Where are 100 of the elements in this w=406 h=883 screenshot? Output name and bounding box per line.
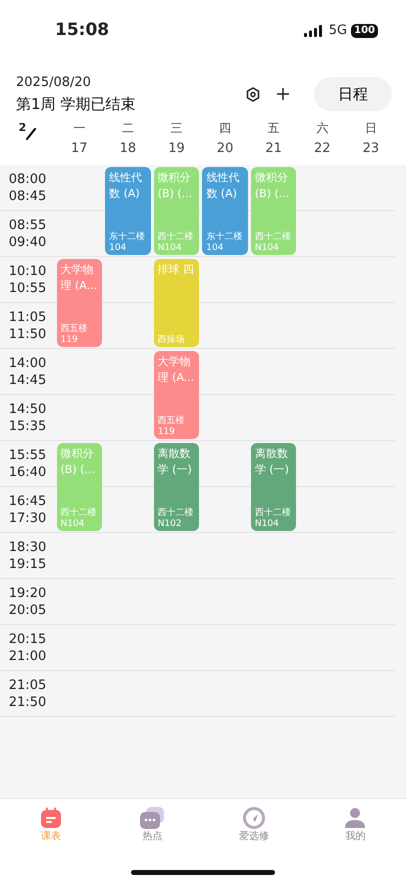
period-end-time: 17:30: [8, 510, 46, 526]
course-name: 离散数: [158, 446, 192, 462]
weekday-label: 四: [219, 120, 232, 137]
course-name: 学 (一): [158, 462, 193, 478]
period-end-time: 11:50: [8, 326, 46, 342]
course-location: 西十二楼: [254, 508, 292, 519]
period-end-time: 15:35: [8, 418, 46, 434]
date-number: 21: [265, 140, 282, 158]
course-location: N102: [158, 519, 183, 530]
network-label: 5G: [328, 22, 348, 40]
course-card[interactable]: 微积分 (B) (... 西十二楼 N104: [154, 167, 200, 255]
weekday-label: 六: [316, 120, 328, 137]
course-card[interactable]: 微积分 (B) (... 西十二楼 N104: [56, 443, 102, 531]
course-location: 西十二楼: [158, 508, 195, 519]
course-location: 119: [60, 335, 79, 346]
period-start-time: 08:00: [8, 170, 46, 188]
course-location: 西五楼: [158, 416, 186, 427]
period-end-time: 09:40: [8, 234, 46, 250]
course-name: 数 (A): [109, 186, 141, 202]
period-start-time: 21:05: [8, 676, 46, 694]
weekday-label: 三: [170, 120, 182, 137]
course-location: N104: [254, 243, 280, 254]
course-location: 104: [109, 243, 128, 254]
slash-icon: [26, 128, 36, 140]
battery-indicator: 100: [351, 24, 378, 38]
course-location: 西十二楼: [254, 232, 292, 243]
course-location: 东十二楼: [109, 232, 146, 243]
course-name: (B) (...: [60, 462, 96, 478]
tab-bar-item[interactable]: 热点: [102, 807, 202, 844]
status-time: 15:08: [55, 19, 110, 42]
course-location: 119: [158, 427, 176, 438]
course-location: N104: [254, 519, 280, 530]
period-start-time: 19:20: [8, 584, 46, 602]
date-number: 18: [120, 140, 136, 158]
period-start-time: 18:30: [8, 538, 46, 556]
settings-icon[interactable]: [246, 86, 260, 102]
course-location: 西五楼: [60, 324, 88, 335]
date-number: 23: [362, 140, 380, 158]
course-card[interactable]: 微积分 (B) (... 西十二楼 N104: [250, 167, 296, 255]
course-name: (B) (...: [158, 186, 194, 202]
course-name: 离散数: [254, 446, 289, 462]
weekday-label: 日: [364, 120, 377, 137]
course-location: 西十二楼: [60, 508, 98, 519]
period-end-time: 21:50: [8, 694, 46, 710]
course-name: 线性代: [206, 170, 240, 186]
period-end-time: 19:15: [8, 556, 46, 572]
course-name: 微积分: [60, 446, 94, 462]
course-location: 西操场: [158, 335, 186, 346]
course-name: 数 (A): [206, 186, 238, 202]
tab-bar-item[interactable]: 课表: [0, 807, 101, 844]
course-card[interactable]: 线性代 数 (A) 东十二楼 104: [202, 167, 248, 255]
course-name: 微积分: [158, 170, 192, 186]
add-icon[interactable]: [276, 87, 290, 101]
schedule-button[interactable]: 日程: [314, 77, 392, 111]
course-card[interactable]: 大学物 理 (A... 西五楼 119: [56, 259, 102, 347]
tab-bar-item[interactable]: 我的: [305, 807, 406, 844]
course-name: 大学物: [60, 262, 94, 278]
period-start-time: 14:00: [8, 354, 46, 372]
period-start-time: 16:45: [8, 492, 46, 510]
signal-icon: [304, 25, 322, 37]
course-name: 学 (一): [254, 462, 290, 478]
course-card[interactable]: 线性代 数 (A) 东十二楼 104: [105, 167, 151, 255]
course-name: 线性代: [109, 170, 144, 186]
week-status-title: 第1周 学期已结束: [16, 94, 136, 114]
course-name: 理 (A...: [158, 370, 196, 386]
course-card[interactable]: 离散数 学 (一) 西十二楼 N102: [154, 443, 200, 531]
course-name: 大学物: [158, 354, 192, 370]
period-end-time: 08:45: [8, 188, 46, 204]
course-name: 微积分: [254, 170, 289, 186]
period-end-time: 16:40: [8, 464, 46, 480]
course-card[interactable]: 排球 四 西操场: [154, 259, 200, 347]
compass-icon: [242, 807, 265, 829]
calendar-icon: [40, 807, 62, 829]
period-end-time: 20:05: [8, 602, 46, 618]
period-start-time: 20:15: [8, 630, 46, 648]
tab-bar-item[interactable]: 爱选修: [204, 807, 304, 844]
period-start-time: 11:05: [8, 308, 46, 326]
profile-icon: [344, 807, 366, 829]
period-start-time: 14:50: [8, 400, 46, 418]
course-name: 排球 四: [158, 262, 196, 278]
course-location: N104: [158, 243, 183, 254]
course-location: 西十二楼: [158, 232, 195, 243]
weekday-label: 五: [268, 120, 280, 137]
course-card[interactable]: 大学物 理 (A... 西五楼 119: [154, 351, 200, 439]
period-start-time: 10:10: [8, 262, 46, 280]
date-number: 19: [168, 140, 185, 158]
period-end-time: 14:45: [8, 372, 46, 388]
date-label: 2025/08/20: [16, 74, 92, 92]
date-number: 20: [216, 140, 234, 158]
date-number: 17: [71, 140, 88, 158]
course-location: N104: [60, 519, 86, 530]
weekday-label: 二: [122, 120, 134, 137]
period-end-time: 10:55: [8, 280, 46, 296]
course-name: (B) (...: [254, 186, 290, 202]
period-start-time: 08:55: [8, 216, 46, 234]
course-location: 东十二楼: [206, 232, 244, 243]
course-name: 理 (A...: [60, 278, 98, 294]
period-start-time: 15:55: [8, 446, 46, 464]
month-number: 2: [18, 122, 26, 134]
course-card[interactable]: 离散数 学 (一) 西十二楼 N104: [250, 443, 296, 531]
